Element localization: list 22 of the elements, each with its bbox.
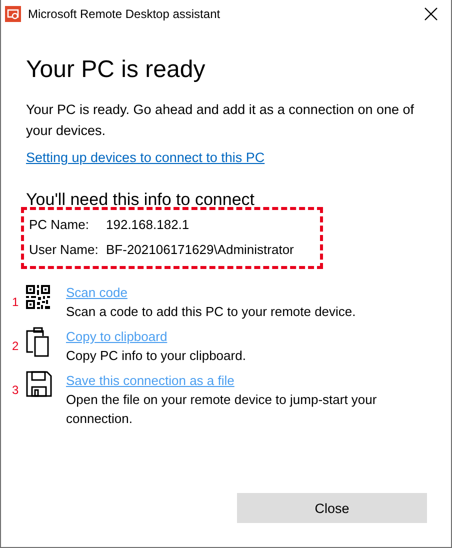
field-value: BF-202106171629\Administrator <box>106 241 294 259</box>
field-label: PC Name: <box>29 216 90 234</box>
step-number: 3 <box>12 383 20 397</box>
help-link[interactable]: Setting up devices to connect to this PC <box>26 150 265 165</box>
qr-code-icon <box>26 285 50 309</box>
action-description: Open the file on your remote device to jump-start your connection. <box>66 391 378 428</box>
action-link[interactable]: Scan code <box>66 283 128 302</box>
section-heading: You'll need this info to connect <box>26 189 256 211</box>
step-number: 2 <box>12 339 20 353</box>
action-description: Copy PC info to your clipboard. <box>66 347 247 365</box>
field-value: 192.168.182.1 <box>106 216 190 234</box>
action-link[interactable]: Copy to clipboard <box>66 327 168 346</box>
close-button[interactable]: Close <box>237 493 427 523</box>
step-number: 1 <box>12 295 20 309</box>
action-link[interactable]: Save this connection as a file <box>66 371 234 390</box>
field-label: User Name: <box>29 241 100 259</box>
description-text: Your PC is ready. Go ahead and add it as a connection on one of your devices. <box>26 101 416 140</box>
window-title: Microsoft Remote Desktop assistant <box>28 7 222 21</box>
action-description: Scan a code to add this PC to your remote device. <box>66 303 357 321</box>
clipboard-icon <box>26 327 50 357</box>
app-icon <box>5 6 21 22</box>
page-heading: Your PC is ready <box>26 55 206 85</box>
